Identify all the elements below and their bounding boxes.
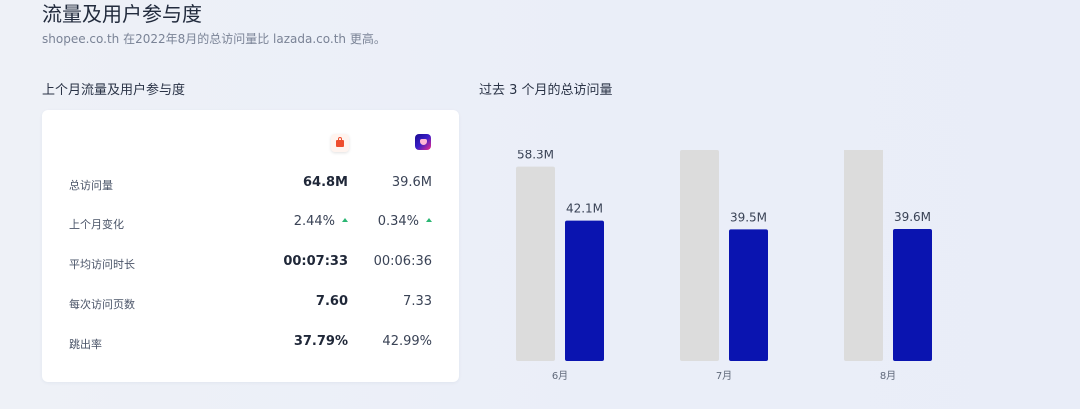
left-section-heading: 上个月流量及用户参与度: [42, 83, 186, 98]
bar-8月-series-0[interactable]: [844, 150, 883, 361]
lazada-value: 00:06:36: [373, 254, 432, 269]
table-row-pages-per-visit: 每次访问页数 7.60 7.33: [42, 294, 459, 314]
shopee-change: 2.44%: [294, 214, 348, 229]
shopee-change-value: 2.44%: [293, 214, 335, 229]
data-label: 58.3M: [517, 150, 554, 162]
bar-7月-series-1[interactable]: [729, 229, 768, 361]
lazada-value: 39.6M: [391, 175, 432, 190]
lazada-change: 0.34%: [378, 214, 432, 229]
lazada-value: 42.99%: [382, 334, 432, 349]
lazada-logo-icon[interactable]: [415, 134, 431, 150]
lazada-value: 7.33: [403, 294, 432, 309]
chart-heading: 过去 3 个月的总访问量: [479, 83, 613, 98]
bar-6月-series-1[interactable]: [565, 220, 604, 361]
data-label: 42.1M: [566, 202, 603, 216]
bar-6月-series-0[interactable]: [516, 166, 555, 361]
table-row-bounce-rate: 跳出率 37.79% 42.99%: [42, 334, 459, 354]
table-row-monthly-change: 上个月变化 2.44% 0.34%: [42, 214, 459, 234]
data-label: 39.6M: [894, 210, 931, 224]
bar-7月-series-0[interactable]: [680, 150, 719, 361]
x-tick-label: 8月: [880, 370, 896, 382]
table-row-avg-duration: 平均访问时长 00:07:33 00:06:36: [42, 254, 459, 274]
x-tick-label: 7月: [716, 370, 732, 382]
shopee-value: 7.60: [315, 294, 348, 309]
table-row-total-visits: 总访问量 64.8M 39.6M: [42, 175, 459, 195]
row-label: 总访问量: [69, 179, 113, 192]
trend-up-icon: [342, 217, 348, 222]
lazada-change-value: 0.34%: [377, 214, 419, 229]
data-label: 39.5M: [730, 210, 767, 224]
shopee-value: 64.8M: [302, 175, 348, 190]
row-label: 平均访问时长: [69, 258, 135, 271]
bar-8月-series-1[interactable]: [893, 229, 932, 361]
shopee-value: 00:07:33: [283, 254, 348, 269]
shopee-logo-icon[interactable]: [331, 134, 349, 152]
engagement-table-card: 总访问量 64.8M 39.6M 上个月变化 2.44% 0.34% 平均访问时…: [42, 110, 459, 382]
x-tick-label: 6月: [552, 370, 568, 382]
page-subtitle: shopee.co.th 在2022年8月的总访问量比 lazada.co.th…: [42, 32, 386, 46]
page-title: 流量及用户参与度: [42, 2, 202, 26]
row-label: 上个月变化: [69, 218, 124, 231]
monthly-visits-bar-chart: 58.3M42.1M6月63.3M39.5M7月64.8M39.6M8月: [516, 150, 932, 382]
row-label: 每次访问页数: [69, 298, 135, 311]
shopee-value: 37.79%: [293, 334, 348, 349]
trend-up-icon: [426, 217, 432, 222]
row-label: 跳出率: [69, 338, 102, 351]
